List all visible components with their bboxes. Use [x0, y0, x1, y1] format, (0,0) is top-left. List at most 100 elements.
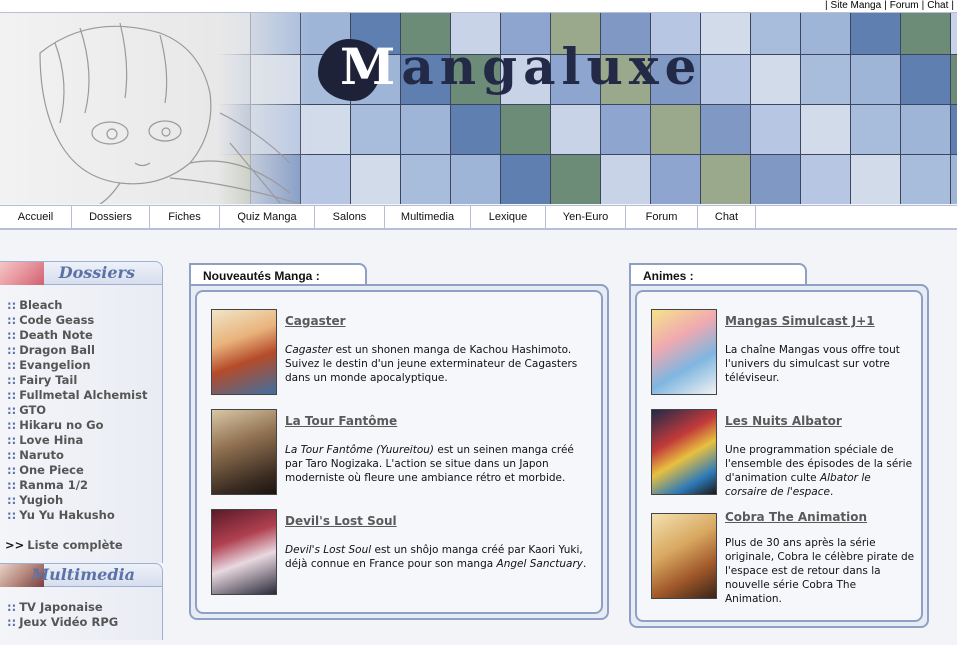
devils-lost-soul-cover[interactable]: [211, 509, 277, 595]
logo-initial: M: [340, 37, 402, 96]
sidebar-dossiers-title: Dossiers: [58, 263, 135, 282]
banner-tile: [950, 54, 957, 105]
simulcast-description: La chaîne Mangas vous offre tout l'unive…: [725, 344, 900, 384]
sidebar-item-fullmetal-alchemist[interactable]: :: Fullmetal Alchemist: [0, 388, 162, 403]
multimedia-list: :: TV Japonaise:: Jeux Vidéo RPG: [0, 587, 163, 640]
site-banner: Mangaluxe: [0, 13, 957, 204]
logo-rest: angaluxe: [401, 37, 703, 96]
sidebar-item-one-piece[interactable]: :: One Piece: [0, 463, 162, 478]
sidebar: Dossiers :: Bleach:: Code Geass:: Death Not…: [0, 261, 163, 645]
manga-news-panel: Nouveautés Manga : Cagaster Cagaster est…: [189, 263, 609, 620]
albator-cover[interactable]: [651, 409, 717, 495]
nav-item-dossiers[interactable]: Dossiers: [72, 206, 150, 228]
banner-tile: [600, 154, 651, 204]
nav-item-yen-euro[interactable]: Yen-Euro: [546, 206, 626, 228]
banner-tile: [500, 154, 551, 204]
cobra-description: Plus de 30 ans après la série originale,…: [725, 537, 915, 605]
sidebar-item-yugioh[interactable]: :: Yugioh: [0, 493, 162, 508]
banner-character-sketch: [0, 13, 310, 204]
banner-tile: [950, 104, 957, 155]
banner-tile: [850, 104, 901, 155]
banner-tile: [950, 13, 957, 55]
banner-tile: [750, 54, 801, 105]
nav-item-accueil[interactable]: Accueil: [0, 206, 72, 228]
la-tour-fantome-description: La Tour Fantôme (Yuureitou) est un seine…: [285, 444, 574, 484]
banner-tile: [700, 13, 751, 55]
nav-item-multimedia[interactable]: Multimedia: [385, 206, 471, 228]
banner-tile: [700, 54, 751, 105]
sidebar-item-dragon-ball[interactable]: :: Dragon Ball: [0, 343, 162, 358]
manga-panel-tab: Nouveautés Manga :: [189, 263, 367, 285]
sidebar-item-gto[interactable]: :: GTO: [0, 403, 162, 418]
nav-item-forum[interactable]: Forum: [626, 206, 698, 228]
banner-tile: [750, 13, 801, 55]
sidebar-multimedia-title: Multimedia: [31, 565, 135, 584]
anime-news-panel: Animes : Mangas Simulcast J+1 La chaîne …: [629, 263, 929, 628]
top-links-bar: | Site Manga | Forum | Chat |: [0, 0, 957, 13]
sidebar-item-tv-japonaise[interactable]: :: TV Japonaise: [0, 600, 162, 615]
devils-lost-soul-description: Devil's Lost Soul est un shôjo manga cré…: [285, 544, 587, 570]
sidebar-item-fairy-tail[interactable]: :: Fairy Tail: [0, 373, 162, 388]
anime-entry-cobra: Cobra The Animation Plus de 30 ans après…: [651, 510, 921, 613]
banner-tile: [800, 13, 851, 55]
banner-tile: [350, 154, 401, 204]
sidebar-multimedia-header: Multimedia: [0, 563, 163, 587]
nav-item-quiz-manga[interactable]: Quiz Manga: [220, 206, 315, 228]
sidebar-more-link[interactable]: >> Liste complète: [0, 538, 162, 553]
sidebar-item-bleach[interactable]: :: Bleach: [0, 298, 162, 313]
albator-description: Une programmation spéciale de l'ensemble…: [725, 444, 913, 498]
banner-tile: [700, 154, 751, 204]
nav-item-lexique[interactable]: Lexique: [471, 206, 546, 228]
sidebar-item-yu-yu-hakusho[interactable]: :: Yu Yu Hakusho: [0, 508, 162, 523]
banner-tile: [750, 154, 801, 204]
cobra-title-link[interactable]: Cobra The Animation: [725, 510, 867, 524]
sidebar-item-love-hina[interactable]: :: Love Hina: [0, 433, 162, 448]
la-tour-fantome-cover[interactable]: [211, 409, 277, 495]
main-nav: Accueil Dossiers Fiches Quiz Manga Salons Mul…: [0, 205, 957, 230]
banner-tile: [850, 13, 901, 55]
banner-tile: [900, 54, 951, 105]
banner-tile: [900, 13, 951, 55]
nav-item-fiches[interactable]: Fiches: [150, 206, 220, 228]
sidebar-item-hikaru-no-go[interactable]: :: Hikaru no Go: [0, 418, 162, 433]
banner-tile: [450, 154, 501, 204]
anime-entry-simulcast: Mangas Simulcast J+1 La chaîne Mangas vo…: [651, 309, 921, 399]
cagaster-cover[interactable]: [211, 309, 277, 395]
banner-tile: [550, 154, 601, 204]
sidebar-dossiers-header: Dossiers: [0, 261, 163, 285]
banner-tile: [800, 154, 851, 204]
banner-tile: [850, 154, 901, 204]
anime-panel-tab: Animes :: [629, 263, 807, 285]
sidebar-item-code-geass[interactable]: :: Code Geass: [0, 313, 162, 328]
banner-tile: [900, 154, 951, 204]
simulcast-title-link[interactable]: Mangas Simulcast J+1: [725, 314, 875, 328]
la-tour-fantome-title-link[interactable]: La Tour Fantôme: [285, 414, 397, 428]
cagaster-description: Cagaster est un shonen manga de Kachou H…: [285, 344, 578, 384]
banner-tile: [650, 154, 701, 204]
cagaster-title-link[interactable]: Cagaster: [285, 314, 346, 328]
banner-tile: [800, 54, 851, 105]
toplink-forum[interactable]: Forum: [890, 0, 919, 11]
albator-title-link[interactable]: Les Nuits Albator: [725, 414, 842, 428]
sidebar-item-evangelion[interactable]: :: Evangelion: [0, 358, 162, 373]
devils-lost-soul-title-link[interactable]: Devil's Lost Soul: [285, 514, 397, 528]
sidebar-item-jeux-vid-o-rpg[interactable]: :: Jeux Vidéo RPG: [0, 615, 162, 630]
cobra-cover[interactable]: [651, 513, 717, 599]
toplink-chat[interactable]: Chat: [927, 0, 948, 11]
banner-tile: [400, 154, 451, 204]
toplink-site-manga[interactable]: Site Manga: [831, 0, 882, 11]
banner-tile: [950, 154, 957, 204]
site-logo[interactable]: Mangaluxe: [318, 33, 696, 113]
nav-item-salons[interactable]: Salons: [315, 206, 385, 228]
dossiers-list: :: Bleach:: Code Geass:: Death Note:: Dragon…: [0, 285, 163, 563]
simulcast-cover[interactable]: [651, 309, 717, 395]
sidebar-item-death-note[interactable]: :: Death Note: [0, 328, 162, 343]
anime-entry-albator: Les Nuits Albator Une programmation spéc…: [651, 409, 921, 499]
sidebar-item-naruto[interactable]: :: Naruto: [0, 448, 162, 463]
banner-tile: [700, 104, 751, 155]
nav-item-chat[interactable]: Chat: [698, 206, 756, 228]
manga-entry-devils-lost-soul: Devil's Lost Soul Devil's Lost Soul est …: [211, 509, 591, 599]
manga-entry-cagaster: Cagaster Cagaster est un shonen manga de…: [211, 309, 591, 399]
manga-entry-la-tour-fantome: La Tour Fantôme La Tour Fantôme (Yuureit…: [211, 409, 591, 499]
sidebar-item-ranma-1-2[interactable]: :: Ranma 1/2: [0, 478, 162, 493]
